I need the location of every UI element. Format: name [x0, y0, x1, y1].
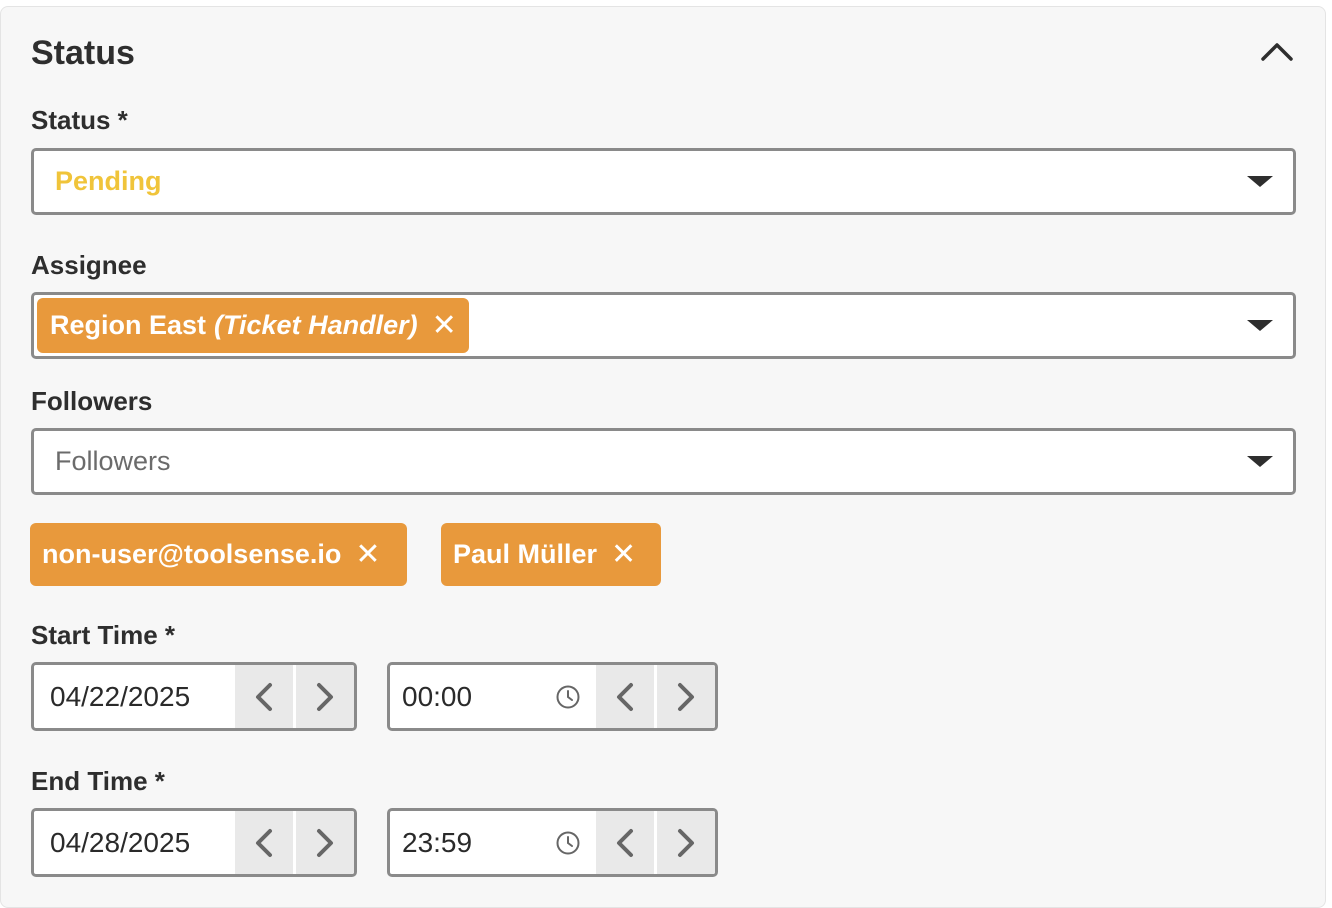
close-icon[interactable]: ✕	[355, 539, 380, 570]
chevron-left-icon	[256, 682, 272, 711]
chevron-right-icon	[317, 828, 333, 857]
start-time-prev-button[interactable]	[596, 665, 654, 728]
clock-icon	[556, 831, 580, 855]
close-icon[interactable]: ✕	[432, 310, 457, 341]
end-date-next-button[interactable]	[296, 811, 354, 874]
status-select[interactable]: Pending	[31, 148, 1296, 215]
assignee-chip-role: (Ticket Handler)	[214, 310, 418, 340]
followers-label: Followers	[31, 386, 153, 416]
chevron-left-icon	[256, 828, 272, 857]
caret-down-icon	[1247, 320, 1273, 331]
follower-chip-label: Paul Müller	[453, 539, 598, 569]
start-date-value: 04/22/2025	[50, 681, 191, 712]
start-date-picker[interactable]: 04/22/2025	[31, 662, 357, 731]
chevron-left-icon	[617, 828, 633, 857]
end-time-label: End Time *	[31, 766, 165, 796]
follower-chip-label: non-user@toolsense.io	[42, 539, 342, 569]
follower-chip: Paul Müller ✕	[441, 523, 662, 586]
clock-icon	[556, 685, 580, 709]
chevron-right-icon	[678, 682, 694, 711]
start-date-next-button[interactable]	[296, 665, 354, 728]
status-label: Status *	[31, 105, 128, 135]
followers-select[interactable]: Followers	[31, 428, 1296, 495]
chevron-right-icon	[678, 828, 694, 857]
start-date-prev-button[interactable]	[235, 665, 293, 728]
followers-placeholder: Followers	[55, 446, 171, 476]
start-time-value: 00:00	[402, 681, 473, 712]
assignee-label: Assignee	[31, 250, 147, 280]
caret-down-icon	[1247, 456, 1273, 467]
status-value: Pending	[55, 166, 162, 196]
panel-title: Status	[31, 34, 135, 72]
end-date-value: 04/28/2025	[50, 827, 191, 858]
chevron-left-icon	[617, 682, 633, 711]
end-time-picker[interactable]: 23:59	[387, 808, 718, 877]
collapse-button[interactable]	[1257, 31, 1297, 71]
assignee-chip: Region East (Ticket Handler) ✕	[37, 298, 469, 353]
chevron-right-icon	[317, 682, 333, 711]
assignee-select[interactable]: Region East (Ticket Handler) ✕	[31, 292, 1296, 359]
start-time-label: Start Time *	[31, 620, 176, 650]
end-date-prev-button[interactable]	[235, 811, 293, 874]
assignee-chip-name: Region East	[50, 310, 207, 340]
end-date-picker[interactable]: 04/28/2025	[31, 808, 357, 877]
end-time-prev-button[interactable]	[596, 811, 654, 874]
start-time-next-button[interactable]	[657, 665, 715, 728]
end-time-next-button[interactable]	[657, 811, 715, 874]
start-time-picker[interactable]: 00:00	[387, 662, 718, 731]
caret-down-icon	[1247, 176, 1273, 187]
close-icon[interactable]: ✕	[611, 539, 636, 570]
status-panel: Status Status * Pending Assignee Region …	[0, 6, 1326, 908]
end-time-value: 23:59	[402, 827, 473, 858]
follower-chip: non-user@toolsense.io ✕	[30, 523, 407, 586]
chevron-up-icon	[1261, 43, 1293, 61]
